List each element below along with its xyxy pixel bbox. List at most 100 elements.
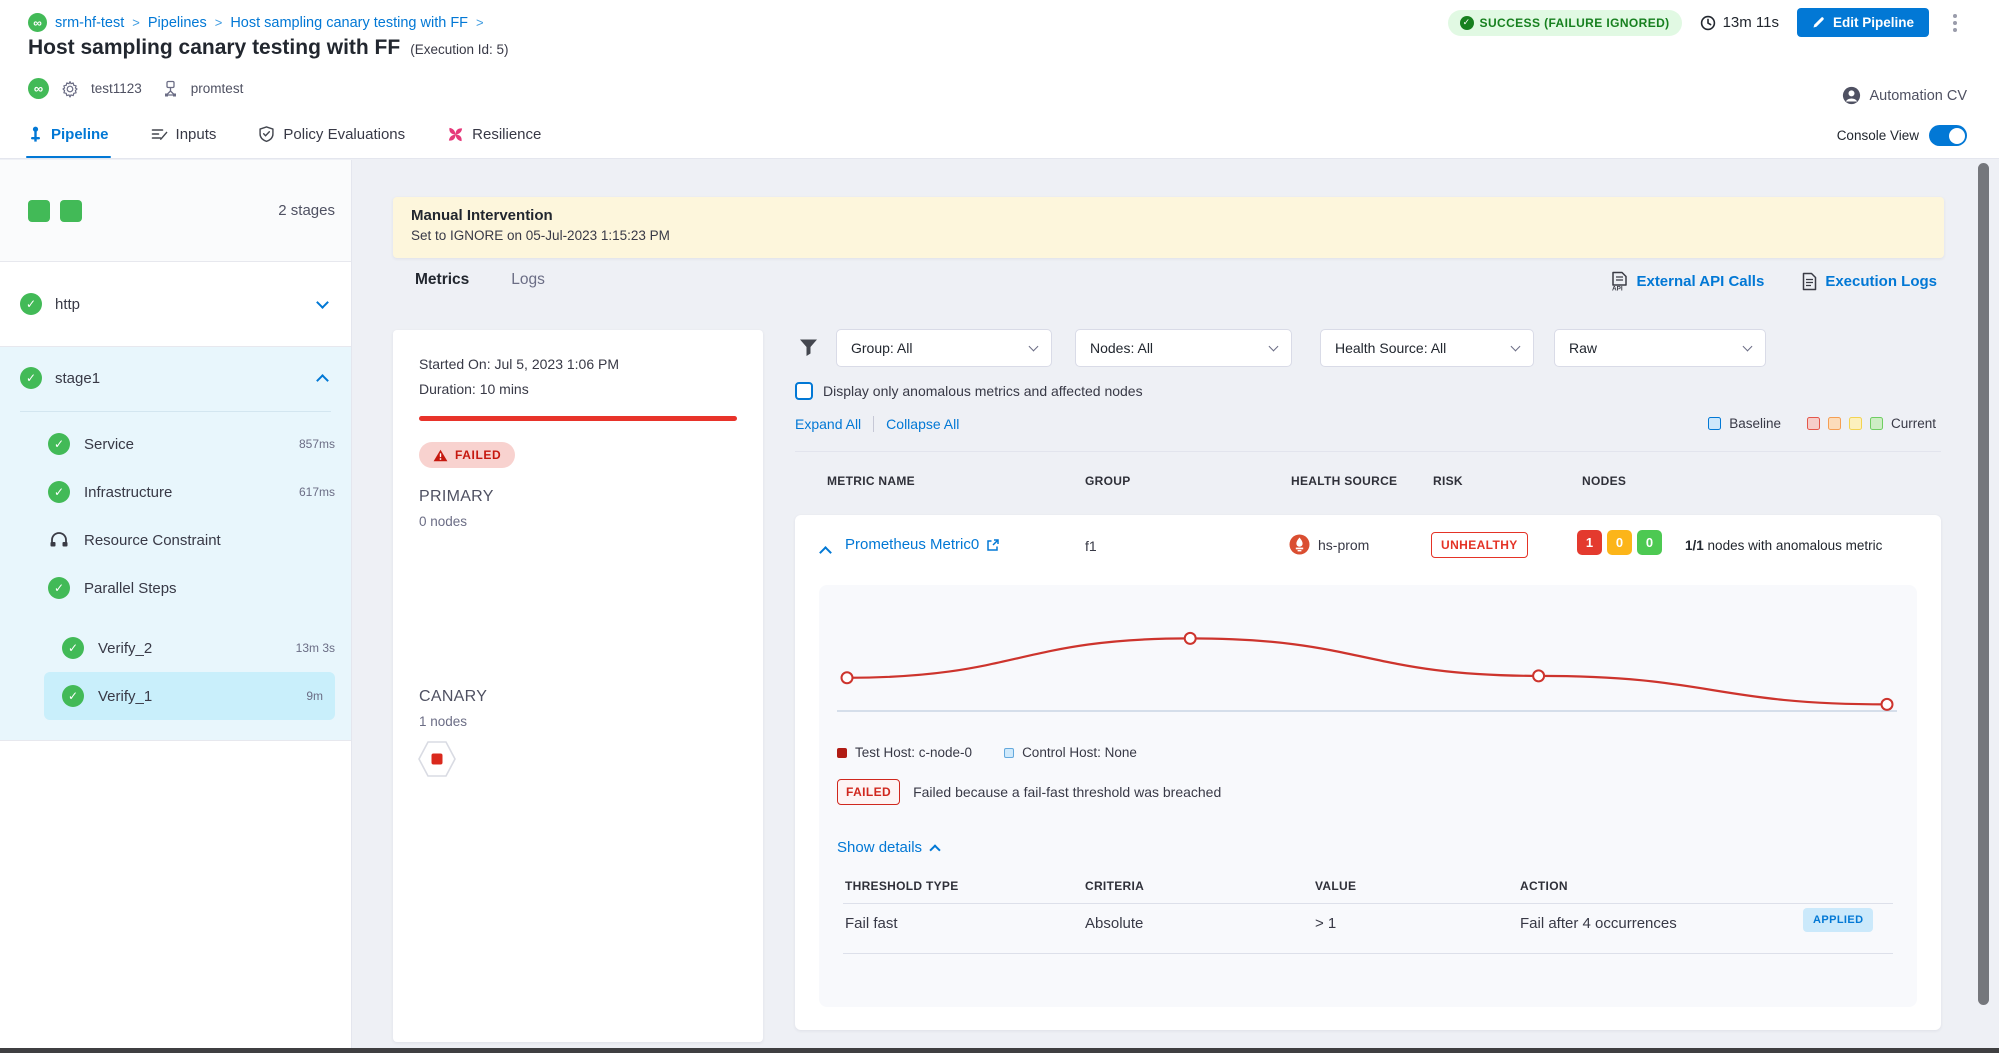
- column-header-metric-name: METRIC NAME: [827, 474, 915, 488]
- document-icon: [1802, 272, 1817, 291]
- failed-node-icon: [432, 754, 443, 765]
- page-title: Host sampling canary testing with FF: [28, 36, 400, 60]
- tab-inputs[interactable]: Inputs: [151, 110, 217, 158]
- collapse-metric-chevron-icon[interactable]: [819, 546, 832, 559]
- metric-chart[interactable]: [837, 599, 1897, 729]
- step-row-verify-1-selected[interactable]: ✓ Verify_1 9m: [44, 672, 335, 720]
- breadcrumb-pipeline-name[interactable]: Host sampling canary testing with FF: [230, 15, 468, 31]
- tab-metrics[interactable]: Metrics: [415, 271, 469, 289]
- step-row-parallel-steps[interactable]: ✓ Parallel Steps: [0, 564, 351, 612]
- elapsed-time-value: 13m 11s: [1723, 14, 1779, 31]
- step-resource-constraint-label: Resource Constraint: [84, 532, 221, 549]
- anomalous-nodes-note: 1/1 nodes with anomalous metric: [1685, 538, 1882, 553]
- threshold-type-value: Fail fast: [845, 915, 898, 932]
- health-source-cell: hs-prom: [1289, 534, 1369, 555]
- nodes-filter-value: Nodes: All: [1090, 340, 1153, 356]
- node-count-badges: 1 0 0: [1577, 530, 1662, 555]
- filter-funnel-icon[interactable]: [799, 338, 818, 357]
- pipeline-execution-page: ∞ srm-hf-test > Pipelines > Host samplin…: [0, 0, 1999, 1053]
- group-filter-dropdown[interactable]: Group: All: [836, 329, 1052, 367]
- chevron-down-icon: [1511, 342, 1521, 352]
- breadcrumb-separator: >: [132, 15, 140, 30]
- banner-title: Manual Intervention: [411, 207, 1926, 224]
- chevron-down-icon: [1743, 342, 1753, 352]
- expand-all-link[interactable]: Expand All: [795, 416, 861, 432]
- health-source-filter-value: Health Source: All: [1335, 340, 1446, 356]
- stage-count-label: 2 stages: [278, 202, 335, 219]
- chevron-down-icon[interactable]: [316, 296, 329, 309]
- metric-group-value: f1: [1085, 538, 1097, 554]
- tab-pipeline[interactable]: Pipeline: [28, 110, 109, 158]
- unhealthy-node-count: 1: [1577, 530, 1602, 555]
- health-source-filter-dropdown[interactable]: Health Source: All: [1320, 329, 1534, 367]
- gear-icon: [61, 80, 79, 98]
- step-row-resource-constraint[interactable]: Resource Constraint: [0, 516, 351, 564]
- clock-icon: [1700, 15, 1716, 31]
- verification-failed-label: FAILED: [455, 448, 501, 462]
- spacer: [0, 612, 351, 624]
- breadcrumb-pipelines[interactable]: Pipelines: [148, 15, 207, 31]
- chart-host-legend: Test Host: c-node-0 Control Host: None: [837, 745, 1137, 760]
- step-verify-2-label: Verify_2: [98, 640, 152, 657]
- execution-sidebar: 2 stages ✓ http ✓ stage1 ✓ Service 857ms…: [0, 160, 352, 1048]
- warning-triangle-icon: [433, 449, 448, 462]
- environment-icon: [162, 80, 179, 97]
- metric-detail-panel: Test Host: c-node-0 Control Host: None F…: [819, 585, 1917, 1007]
- primary-node-count: 0 nodes: [419, 514, 467, 529]
- tab-resilience[interactable]: Resilience: [447, 110, 541, 158]
- column-header-risk: RISK: [1433, 474, 1463, 488]
- breadcrumb-project[interactable]: srm-hf-test: [55, 15, 124, 31]
- breadcrumb-separator: >: [215, 15, 223, 30]
- anomalous-filter-row: Display only anomalous metrics and affec…: [795, 382, 1143, 400]
- service-tag[interactable]: test1123: [91, 81, 142, 96]
- vertical-scrollbar-thumb[interactable]: [1978, 163, 1989, 1005]
- anomalous-checkbox[interactable]: [795, 382, 813, 400]
- show-details-link[interactable]: Show details: [837, 839, 939, 856]
- divider: [873, 416, 874, 432]
- edit-pipeline-label: Edit Pipeline: [1833, 15, 1914, 30]
- column-header-health-source: HEALTH SOURCE: [1291, 474, 1397, 488]
- column-header-nodes: NODES: [1582, 474, 1626, 488]
- collapse-all-link[interactable]: Collapse All: [886, 416, 959, 432]
- harness-logo-icon: ∞: [28, 13, 47, 32]
- stage1-section: ✓ stage1 ✓ Service 857ms ✓ Infrastructur…: [0, 347, 351, 741]
- step-row-service[interactable]: ✓ Service 857ms: [0, 420, 351, 468]
- step-row-infrastructure[interactable]: ✓ Infrastructure 617ms: [0, 468, 351, 516]
- inputs-icon: [151, 126, 168, 142]
- metric-name-label: Prometheus Metric0: [845, 536, 979, 553]
- metric-name-link[interactable]: Prometheus Metric0: [845, 536, 1000, 553]
- manual-intervention-banner: Manual Intervention Set to IGNORE on 05-…: [393, 197, 1944, 258]
- show-details-label: Show details: [837, 839, 922, 856]
- canary-group-label: CANARY: [419, 688, 487, 706]
- deployment-summary-card: Started On: Jul 5, 2023 1:06 PM Duration…: [393, 330, 763, 1042]
- success-check-icon: ✓: [62, 685, 84, 707]
- console-view-control: Console View: [1837, 125, 1967, 146]
- threshold-value-value: > 1: [1315, 915, 1336, 932]
- execution-logs-link[interactable]: Execution Logs: [1802, 271, 1937, 291]
- stage-row-http[interactable]: ✓ http: [0, 262, 351, 347]
- edit-pipeline-button[interactable]: Edit Pipeline: [1797, 8, 1929, 37]
- check-icon: ✓: [1460, 16, 1474, 30]
- data-mode-dropdown[interactable]: Raw: [1554, 329, 1766, 367]
- breadcrumb-separator: >: [476, 15, 484, 30]
- threshold-col-criteria: CRITERIA: [1085, 879, 1144, 893]
- environment-tag[interactable]: promtest: [191, 81, 244, 96]
- console-view-label: Console View: [1837, 128, 1919, 143]
- console-view-toggle[interactable]: [1929, 125, 1967, 146]
- main-tabs: Pipeline Inputs Policy Evaluations Resil…: [28, 110, 541, 158]
- column-header-group: GROUP: [1085, 474, 1131, 488]
- tab-policy-evaluations[interactable]: Policy Evaluations: [258, 110, 405, 158]
- more-options-menu[interactable]: [1947, 10, 1963, 36]
- nodes-filter-dropdown[interactable]: Nodes: All: [1075, 329, 1292, 367]
- stage-row-stage1[interactable]: ✓ stage1: [0, 347, 351, 409]
- chevron-up-icon[interactable]: [316, 374, 329, 387]
- external-api-calls-link[interactable]: API External API Calls: [1611, 271, 1764, 291]
- horizontal-scrollbar[interactable]: [0, 1048, 1999, 1053]
- tab-logs[interactable]: Logs: [511, 271, 545, 289]
- primary-group-label: PRIMARY: [419, 488, 494, 506]
- canary-node-hexagon[interactable]: [417, 740, 457, 778]
- test-host-legend-label: Test Host: c-node-0: [855, 745, 972, 760]
- stages-summary-row: 2 stages: [0, 160, 351, 262]
- banner-subtitle: Set to IGNORE on 05-Jul-2023 1:15:23 PM: [411, 228, 1926, 243]
- step-row-verify-2[interactable]: ✓ Verify_2 13m 3s: [0, 624, 351, 672]
